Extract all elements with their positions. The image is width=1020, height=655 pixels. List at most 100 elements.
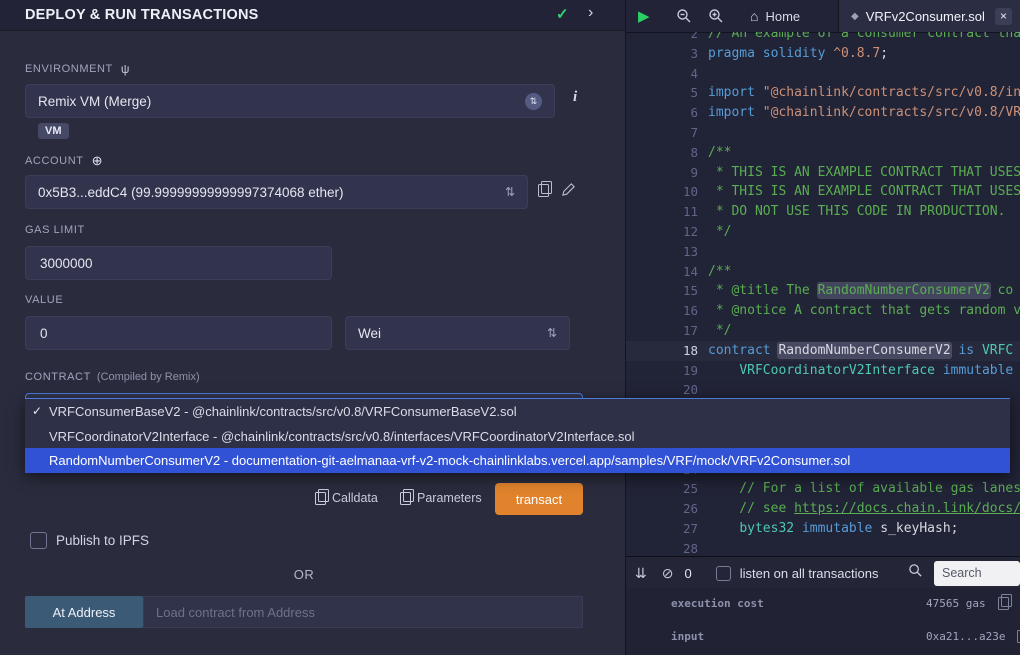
code-line[interactable]: 27 bytes32 immutable s_keyHash;	[626, 519, 1020, 539]
code-text: VRFCoordinatorV2Interface immutable	[708, 361, 1013, 381]
code-line[interactable]: 3 pragma solidity ^0.8.7;	[626, 44, 1020, 64]
or-divider-label: OR	[25, 567, 583, 582]
value-input[interactable]	[38, 325, 319, 342]
code-line[interactable]: 15 * @title The RandomNumberConsumerV2 c…	[626, 281, 1020, 301]
gas-limit-input[interactable]	[38, 255, 319, 272]
line-number: 26	[626, 499, 698, 519]
panel-title: DEPLOY & RUN TRANSACTIONS	[25, 7, 259, 23]
line-number: 15	[626, 281, 698, 301]
gas-limit-label: GAS LIMIT	[25, 224, 85, 236]
add-account-icon[interactable]: ⊕	[92, 153, 104, 169]
at-address-input[interactable]	[143, 596, 583, 628]
code-text: /**	[708, 143, 731, 163]
terminal-row: execution cost47565 gas	[626, 597, 1020, 610]
code-line[interactable]: 12 */	[626, 222, 1020, 242]
zoom-out-icon[interactable]	[676, 8, 692, 29]
at-address-button[interactable]: At Address	[25, 596, 143, 628]
parameters-label: Parameters	[417, 491, 482, 505]
tab-home[interactable]: ⌂ Home	[734, 0, 816, 32]
code-line[interactable]: 17 */	[626, 321, 1020, 341]
code-text: // see https://docs.chain.link/docs/	[708, 499, 1020, 519]
code-line[interactable]: 5 import "@chainlink/contracts/src/v0.8/i…	[626, 83, 1020, 103]
line-number: 13	[626, 242, 698, 262]
editor-toolbar: ▶ ⌂ Home ◆ VRFv2Consumer.sol ×	[626, 0, 1020, 33]
contract-option[interactable]: RandomNumberConsumerV2 - documentation-g…	[25, 448, 1010, 473]
code-line[interactable]: 14/**	[626, 262, 1020, 282]
line-number: 7	[626, 123, 698, 143]
zoom-in-icon[interactable]	[708, 8, 724, 29]
line-number: 3	[626, 44, 698, 64]
clear-console-icon[interactable]: ⊘	[662, 565, 674, 582]
terminal-row-label: input	[671, 630, 926, 643]
solidity-file-icon: ◆	[851, 11, 859, 22]
copy-account-icon[interactable]	[538, 184, 549, 197]
line-number: 5	[626, 83, 698, 103]
copy-calldata-icon	[315, 492, 326, 505]
contract-option[interactable]: VRFCoordinatorV2Interface - @chainlink/c…	[25, 424, 1010, 449]
code-line[interactable]: 2// An example of a consumer contract th…	[626, 32, 1020, 44]
value-unit-select[interactable]: Wei ⇅	[345, 316, 570, 350]
code-line[interactable]: 10 * THIS IS AN EXAMPLE CONTRACT THAT US…	[626, 182, 1020, 202]
line-number: 28	[626, 539, 698, 556]
terminal-row: input0xa21...a23e	[626, 630, 1020, 643]
code-text: import "@chainlink/contracts/src/v0.8/in	[708, 83, 1020, 103]
tab-home-label: Home	[765, 9, 800, 24]
gas-limit-field	[25, 246, 332, 280]
close-tab-icon[interactable]: ×	[995, 8, 1012, 25]
edit-account-icon[interactable]	[561, 182, 576, 202]
code-editor[interactable]: 2// An example of a consumer contract th…	[626, 32, 1020, 556]
tab-file-label: VRFv2Consumer.sol	[866, 9, 985, 24]
account-value: 0x5B3...eddC4 (99.99999999999997374068 e…	[38, 185, 344, 200]
code-text: bytes32 immutable s_keyHash;	[708, 519, 958, 539]
publish-ipfs-checkbox[interactable]	[30, 532, 47, 549]
contract-option[interactable]: ✓VRFConsumerBaseV2 - @chainlink/contract…	[25, 399, 1010, 424]
terminal-row-value: 0xa21...a23e	[926, 630, 1005, 643]
collapse-terminal-icon[interactable]: ⇊	[635, 565, 647, 582]
code-text: * @title The RandomNumberConsumerV2 co	[708, 281, 1013, 301]
code-line[interactable]: 18contract RandomNumberConsumerV2 is VRF…	[626, 341, 1020, 361]
code-line[interactable]: 19 VRFCoordinatorV2Interface immutable	[626, 361, 1020, 381]
caret-updown-icon: ⇅	[547, 326, 557, 340]
tab-vrfv2consumer[interactable]: ◆ VRFv2Consumer.sol ×	[838, 0, 1020, 32]
terminal-row-value: 47565 gas	[926, 597, 986, 610]
transact-button[interactable]: transact	[495, 483, 583, 515]
code-line[interactable]: 4	[626, 64, 1020, 84]
line-number: 10	[626, 182, 698, 202]
code-line[interactable]: 8/**	[626, 143, 1020, 163]
code-line[interactable]: 9 * THIS IS AN EXAMPLE CONTRACT THAT USE…	[626, 163, 1020, 183]
terminal-search-input[interactable]	[934, 561, 1020, 586]
terminal-search-icon	[908, 563, 923, 583]
account-select[interactable]: 0x5B3...eddC4 (99.99999999999997374068 e…	[25, 175, 528, 209]
code-line[interactable]: 6import "@chainlink/contracts/src/v0.8/V…	[626, 103, 1020, 123]
code-line[interactable]: 16 * @notice A contract that gets random…	[626, 301, 1020, 321]
code-text: /**	[708, 262, 731, 282]
terminal-row-label: execution cost	[671, 597, 926, 610]
code-line[interactable]: 13	[626, 242, 1020, 262]
collapse-panel-chevron-icon[interactable]: ›	[588, 4, 593, 22]
code-line[interactable]: 25 // For a list of available gas lanes	[626, 479, 1020, 499]
environment-select[interactable]: Remix VM (Merge) ⇅	[25, 84, 555, 118]
value-field	[25, 316, 332, 350]
contract-dropdown: ✓VRFConsumerBaseV2 - @chainlink/contract…	[25, 398, 1010, 473]
vm-badge: VM	[38, 123, 69, 139]
environment-info-icon[interactable]: i	[573, 89, 577, 106]
code-line[interactable]: 28	[626, 539, 1020, 556]
code-line[interactable]: 11 * DO NOT USE THIS CODE IN PRODUCTION.	[626, 202, 1020, 222]
terminal-rows: execution cost47565 gas input0xa21...a23e	[626, 597, 1020, 643]
editor-panel: ▶ ⌂ Home ◆ VRFv2Consumer.sol × 2// An ex…	[625, 0, 1020, 655]
editor-lines: 2// An example of a consumer contract th…	[626, 32, 1020, 556]
line-number: 19	[626, 361, 698, 381]
line-number: 11	[626, 202, 698, 222]
account-label: ACCOUNT ⊕	[25, 153, 103, 169]
run-script-play-icon[interactable]: ▶	[638, 7, 650, 25]
terminal-toolbar: ⇊ ⊘ 0 listen on all transactions	[626, 556, 1020, 589]
parameters-button[interactable]: Parameters	[400, 491, 482, 505]
copy-icon[interactable]	[998, 597, 1009, 610]
listen-all-transactions-checkbox[interactable]	[716, 566, 731, 581]
code-line[interactable]: 26 // see https://docs.chain.link/docs/	[626, 499, 1020, 519]
code-text: pragma solidity ^0.8.7;	[708, 44, 888, 64]
terminal-output: execution cost47565 gas input0xa21...a23e	[626, 588, 1020, 655]
line-number: 6	[626, 103, 698, 123]
calldata-button[interactable]: Calldata	[315, 491, 378, 505]
code-line[interactable]: 7	[626, 123, 1020, 143]
